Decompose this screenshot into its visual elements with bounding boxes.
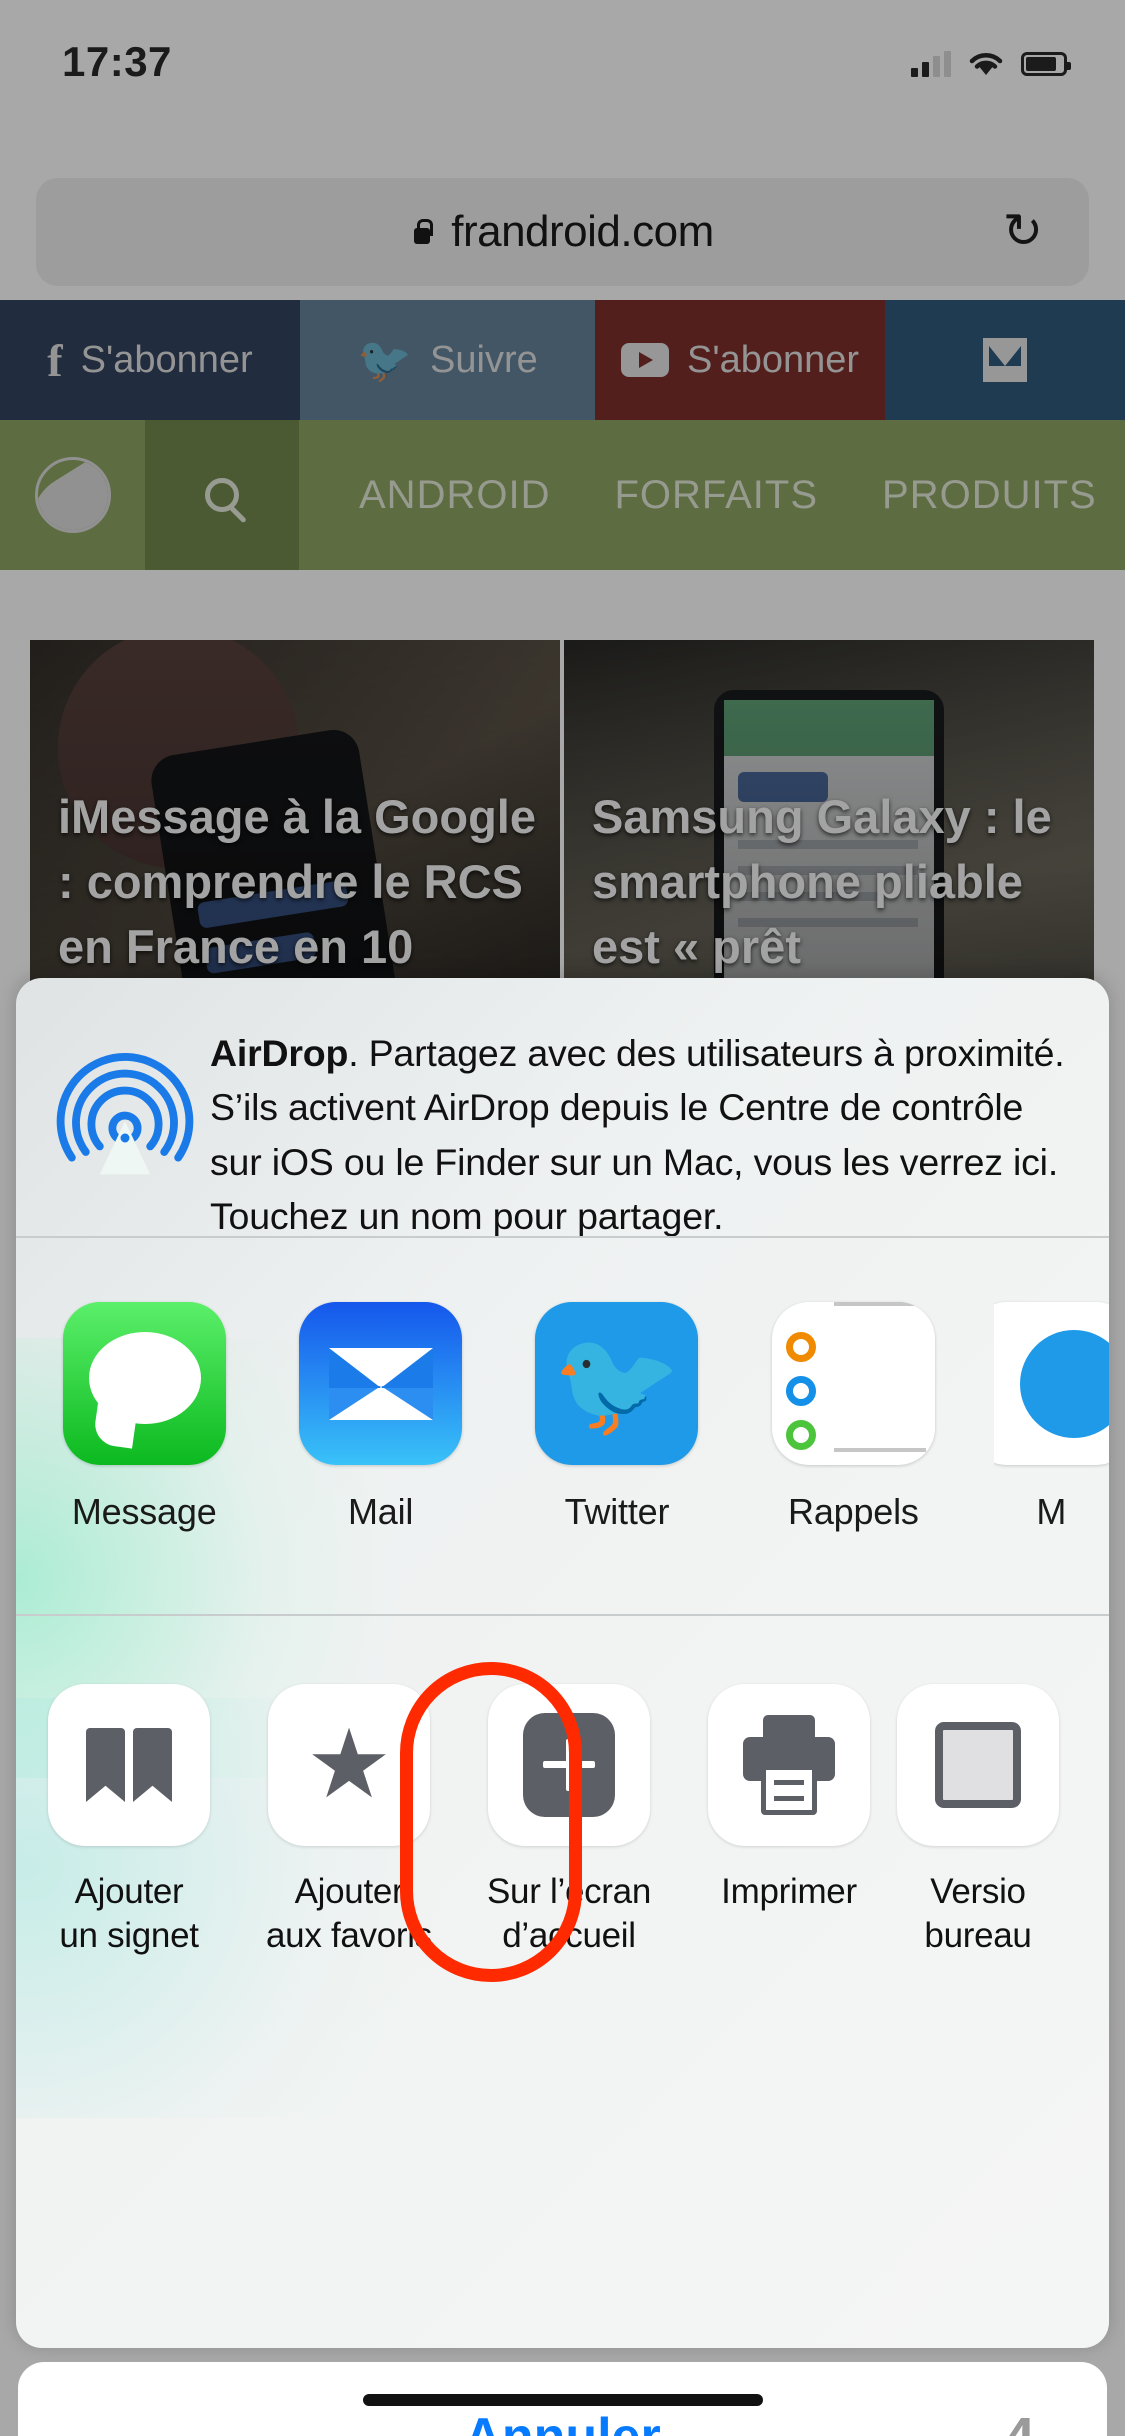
action-print[interactable]: Imprimer: [698, 1618, 880, 2018]
twitter-icon: 🐦: [357, 336, 413, 385]
share-app-twitter[interactable]: 🐦 Twitter: [521, 1240, 713, 1612]
share-app-label: M: [1036, 1491, 1067, 1532]
article-title: iMessage à la Google : comprendre le RCS…: [58, 790, 537, 973]
facebook-icon: f: [47, 334, 63, 386]
cancel-label: Annuler: [464, 2407, 660, 2436]
newsletter-button[interactable]: [885, 300, 1125, 420]
mail-app-icon: [299, 1302, 463, 1465]
action-add-to-home-screen[interactable]: Sur l’écran d’accueil: [478, 1618, 660, 2018]
share-app-label: Rappels: [788, 1491, 919, 1532]
nav-item-android[interactable]: ANDROID: [359, 473, 550, 518]
share-action-row: Ajouter un signet ★ Ajouter aux favoris Su…: [16, 1618, 1109, 2018]
star-icon: ★: [305, 1711, 393, 1818]
share-sheet: AirDrop. Partagez avec des utilisateurs …: [16, 978, 1109, 2348]
action-desktop-version[interactable]: Versio bureau: [897, 1618, 1059, 2018]
twitter-follow-button[interactable]: 🐦 Suivre: [300, 300, 595, 420]
facebook-label: S'abonner: [80, 338, 253, 381]
action-label: Sur l’écran d’accueil: [487, 1872, 651, 1955]
search-button[interactable]: [145, 420, 299, 570]
action-label: Imprimer: [721, 1872, 857, 1911]
divider: [16, 1614, 1109, 1616]
nav-item-produits[interactable]: PRODUITS: [882, 473, 1097, 518]
cancel-count: 4: [1004, 2405, 1035, 2436]
twitter-label: Suivre: [430, 338, 538, 381]
youtube-label: S'abonner: [686, 338, 860, 381]
share-app-rappels[interactable]: Rappels: [757, 1240, 949, 1612]
share-app-row: Message Mail 🐦 Twitter Rappels M: [16, 1240, 1109, 1612]
action-add-bookmark[interactable]: Ajouter un signet: [38, 1618, 220, 2018]
share-app-partial[interactable]: M: [993, 1240, 1109, 1612]
home-indicator-bar: [362, 2394, 763, 2406]
partial-app-icon: [993, 1302, 1109, 1465]
action-label: Versio bureau: [924, 1872, 1032, 1955]
action-label: Ajouter aux favoris: [266, 1872, 432, 1955]
share-app-label: Message: [71, 1491, 217, 1532]
add-to-home-screen-plus-icon: [523, 1713, 615, 1817]
twitter-app-icon: 🐦: [535, 1302, 699, 1465]
desktop-monitor-icon: [935, 1722, 1021, 1808]
action-label: Ajouter un signet: [59, 1872, 199, 1955]
bookmark-book-icon: [86, 1728, 172, 1802]
frandroid-logo-icon[interactable]: [0, 457, 145, 533]
divider: [16, 1236, 1109, 1238]
messages-app-icon: [62, 1302, 226, 1465]
share-app-label: Twitter: [564, 1491, 670, 1532]
youtube-follow-button[interactable]: S'abonner: [595, 300, 885, 420]
youtube-icon: [620, 343, 669, 377]
airdrop-section[interactable]: AirDrop. Partagez avec des utilisateurs …: [16, 978, 1109, 1237]
airdrop-description: AirDrop. Partagez avec des utilisateurs …: [210, 1016, 1065, 1244]
printer-icon: [743, 1715, 835, 1815]
facebook-follow-button[interactable]: f S'abonner: [0, 300, 300, 420]
share-app-label: Mail: [347, 1491, 414, 1532]
airdrop-title: AirDrop: [210, 1032, 349, 1074]
share-app-mail[interactable]: Mail: [284, 1240, 476, 1612]
nav-item-forfaits[interactable]: FORFAITS: [614, 473, 818, 518]
share-app-message[interactable]: Message: [48, 1240, 240, 1612]
site-nav-bar: ANDROID FORFAITS PRODUITS: [0, 420, 1125, 570]
airdrop-icon: [40, 1016, 210, 1180]
action-add-favorite[interactable]: ★ Ajouter aux favoris: [258, 1618, 440, 2018]
article-title: Samsung Galaxy : le smartphone pliable e…: [592, 790, 1052, 973]
social-follow-bar: f S'abonner 🐦 Suivre S'abonner: [0, 300, 1125, 420]
envelope-icon: [983, 338, 1027, 382]
search-icon: [205, 478, 239, 512]
reminders-app-icon: [771, 1302, 935, 1465]
